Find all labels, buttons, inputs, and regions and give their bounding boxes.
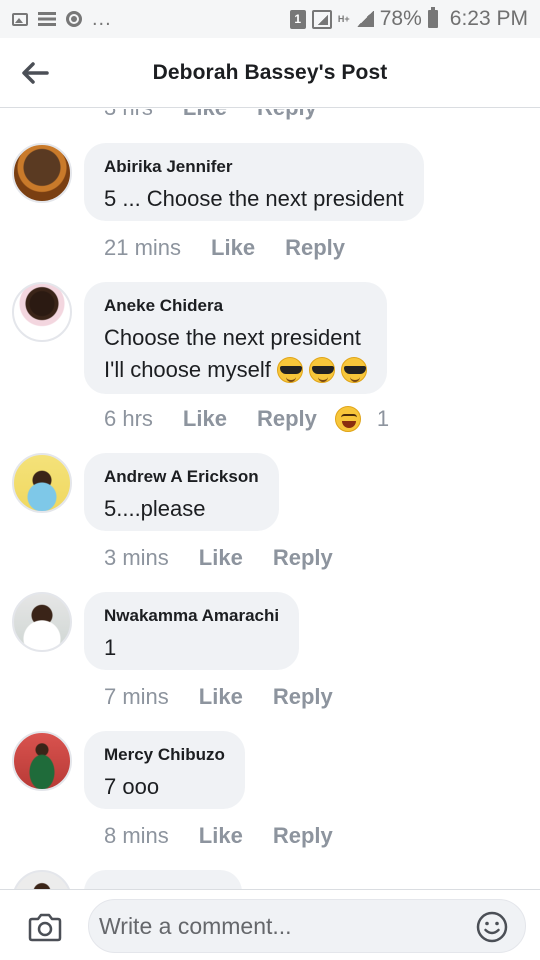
comment-composer <box>0 889 540 960</box>
list-icon <box>38 12 56 26</box>
reply-button[interactable]: Reply <box>257 109 317 121</box>
previous-comment-meta: 3 hrs Like Reply <box>104 109 317 121</box>
camera-button[interactable] <box>28 912 62 942</box>
comment-bubble[interactable]: Abirika Jennifer 5 ... Choose the next p… <box>84 143 424 221</box>
back-button[interactable] <box>20 58 50 88</box>
comment-meta: 7 mins Like Reply <box>104 684 333 710</box>
comment-author[interactable]: Mercy Chibuzo <box>104 745 225 765</box>
comment-author[interactable]: Aneke Chidera <box>104 296 367 316</box>
comment-time: 21 mins <box>104 235 182 260</box>
comment-author[interactable]: Andrew A Erickson <box>104 467 259 487</box>
comments-list[interactable]: 3 hrs Like Reply Abirika Jennifer 5 ... … <box>0 109 540 889</box>
comment-time: 3 mins <box>104 545 169 570</box>
battery-icon <box>427 7 438 28</box>
comment-bubble[interactable] <box>84 870 242 889</box>
comment-bubble[interactable]: Mercy Chibuzo 7 ooo <box>84 731 245 809</box>
comment-text-line-2: I'll choose myself <box>104 354 367 386</box>
sunglasses-face-icon <box>340 357 367 383</box>
emoji-button[interactable] <box>475 910 509 944</box>
like-button[interactable]: Like <box>199 684 243 710</box>
signal-icon <box>355 11 374 27</box>
smiley-icon <box>476 911 508 943</box>
reaction-summary[interactable]: 1 <box>334 406 390 432</box>
comment-time: 8 mins <box>104 823 169 848</box>
avatar[interactable] <box>12 282 72 342</box>
comment-time: 6 hrs <box>104 406 153 431</box>
reply-button[interactable]: Reply <box>273 545 333 571</box>
clock: 6:23 PM <box>449 7 528 30</box>
comment-time: 7 mins <box>104 684 169 709</box>
reaction-count: 1 <box>376 406 390 431</box>
comment-meta: 8 mins Like Reply <box>104 823 333 849</box>
network-type: H+ <box>337 13 350 24</box>
status-bar: ... 1 H+ 78% 6:23 PM <box>0 0 540 38</box>
comment-text: 1 <box>104 635 117 660</box>
reply-button[interactable]: Reply <box>285 235 345 261</box>
comment-input-box[interactable] <box>88 899 526 953</box>
page-title: Deborah Bassey's Post <box>152 60 388 84</box>
comment-text: 7 ooo <box>104 774 160 799</box>
comment-time: 3 hrs <box>104 109 153 121</box>
comment-bubble[interactable]: Andrew A Erickson 5....please <box>84 453 279 531</box>
avatar[interactable] <box>12 870 72 889</box>
comment-meta: 3 mins Like Reply <box>104 545 333 571</box>
comment-text: 5....please <box>104 496 206 521</box>
comment-bubble[interactable]: Aneke Chidera Choose the next president … <box>84 282 387 394</box>
comment-bubble[interactable]: Nwakamma Amarachi 1 <box>84 592 300 670</box>
avatar[interactable] <box>12 592 72 652</box>
like-button[interactable]: Like <box>211 235 255 261</box>
comment-author[interactable]: Nwakamma Amarachi <box>104 606 279 626</box>
reply-button[interactable]: Reply <box>273 823 333 849</box>
avatar[interactable] <box>12 731 72 791</box>
overflow-dots: ... <box>92 7 112 30</box>
arrow-left-icon <box>22 62 49 84</box>
sunglasses-face-icon <box>276 357 303 383</box>
sim-icon: 1 <box>289 9 306 29</box>
like-button[interactable]: Like <box>199 545 243 571</box>
battery-percent: 78% <box>379 7 422 30</box>
signal-box-icon <box>311 9 332 29</box>
avatar[interactable] <box>12 453 72 513</box>
chrome-icon <box>66 11 82 27</box>
like-button[interactable]: Like <box>199 823 243 849</box>
reply-button[interactable]: Reply <box>257 406 317 432</box>
comment-meta: 6 hrs Like Reply 1 <box>104 406 389 432</box>
camera-icon <box>28 913 62 942</box>
comment-author[interactable]: Abirika Jennifer <box>104 157 404 177</box>
post-header: Deborah Bassey's Post <box>0 38 540 108</box>
reply-button[interactable]: Reply <box>273 684 333 710</box>
comment-text: 5 ... Choose the next president <box>104 186 404 211</box>
comment-text: I'll choose myself <box>104 357 271 382</box>
sunglasses-face-icon <box>308 357 335 383</box>
comment-text: Choose the next president <box>104 325 361 350</box>
avatar[interactable] <box>12 143 72 203</box>
image-icon <box>12 12 28 26</box>
comment-input[interactable] <box>99 900 459 952</box>
comment-meta: 21 mins Like Reply <box>104 235 345 261</box>
laughing-face-icon <box>334 406 361 432</box>
like-button[interactable]: Like <box>183 109 227 121</box>
like-button[interactable]: Like <box>183 406 227 432</box>
